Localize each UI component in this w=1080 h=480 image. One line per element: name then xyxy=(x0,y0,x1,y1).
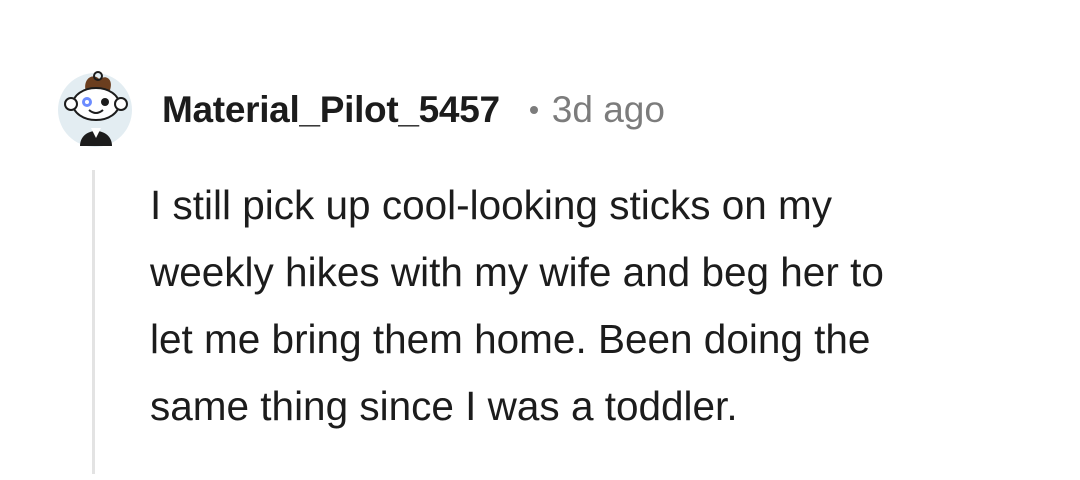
reddit-snoo-avatar-icon xyxy=(58,71,132,147)
thread-line[interactable] xyxy=(92,170,95,474)
comment-body-line: let me bring them home. Been doing the xyxy=(150,316,871,362)
avatar[interactable] xyxy=(56,68,134,148)
username[interactable]: Material_Pilot_5457 xyxy=(162,89,500,131)
timestamp[interactable]: 3d ago xyxy=(552,89,665,131)
separator-dot xyxy=(529,106,538,114)
comment-body-line: weekly hikes with my wife and beg her to xyxy=(150,249,884,295)
comment-body: I still pick up cool-looking sticks on m… xyxy=(150,172,1050,440)
comment-header: Material_Pilot_5457 3d ago xyxy=(162,84,665,136)
comment-body-line: same thing since I was a toddler. xyxy=(150,383,738,429)
comment: Material_Pilot_5457 3d ago I still pick … xyxy=(0,0,1080,480)
comment-body-line: I still pick up cool-looking sticks on m… xyxy=(150,182,832,228)
